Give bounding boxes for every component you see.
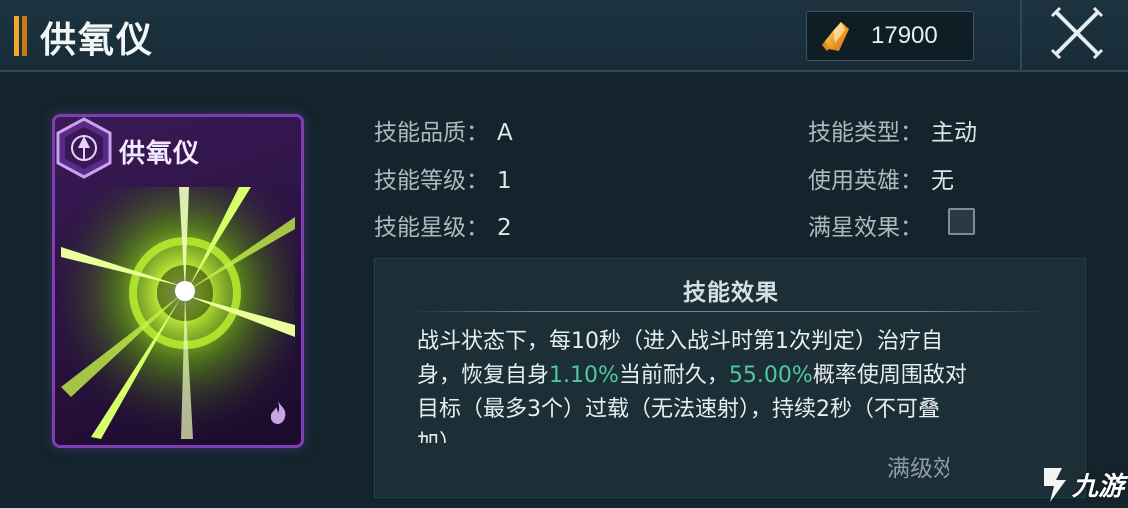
skill-quality-value: A <box>497 120 513 146</box>
skill-level-row: 技能等级： 1 <box>374 161 512 195</box>
flame-icon <box>270 401 286 424</box>
max-level-effect-label: 满级效 <box>887 456 949 482</box>
full-star-row: 满星效果： <box>808 208 923 242</box>
hero-row: 使用英雄： 无 <box>808 161 954 195</box>
full-star-label: 满星效果： <box>808 215 923 241</box>
effect-line-4: 加） <box>417 427 1053 443</box>
top-bar: 供氧仪 17900 <box>0 0 1128 72</box>
skill-star-value: 2 <box>497 215 512 241</box>
heal-percent-value: 1.10% <box>549 363 619 388</box>
close-button[interactable] <box>1020 0 1128 72</box>
skill-type-value: 主动 <box>931 120 977 146</box>
skill-star-label: 技能星级： <box>374 215 489 241</box>
close-icon[interactable] <box>1050 6 1104 60</box>
hero-label: 使用英雄： <box>808 168 923 194</box>
card-title: 供氧仪 <box>119 139 201 169</box>
title-accent-bars <box>14 16 30 56</box>
skill-quality-row: 技能品质： A <box>374 113 513 147</box>
skill-card: 供氧仪 <box>52 114 304 448</box>
skill-level-label: 技能等级： <box>374 168 489 194</box>
hero-value: 无 <box>931 168 954 194</box>
effect-text-segment: 概率使周围敌对 <box>812 363 967 388</box>
skill-quality-label: 技能品质： <box>374 120 489 146</box>
divider <box>409 311 1049 312</box>
currency-display: 17900 <box>806 11 974 61</box>
skill-star-row: 技能星级： 2 <box>374 208 512 242</box>
skill-effect-description[interactable]: 战斗状态下，每10秒（进入战斗时第1次判定）治疗自 身，恢复自身1.10%当前耐… <box>417 325 1053 443</box>
chance-percent-value: 55.00% <box>728 363 813 388</box>
skill-type-row: 技能类型： 主动 <box>808 113 977 147</box>
currency-amount: 17900 <box>871 22 938 49</box>
skill-effect-title: 技能效果 <box>683 279 779 306</box>
effect-line-3: 目标（最多3个）过载（无法速射），持续2秒（不可叠 <box>417 397 940 422</box>
crystal-icon <box>822 22 849 51</box>
effect-text-segment: 当前耐久， <box>618 363 729 388</box>
hexagon-emblem-icon <box>56 117 112 179</box>
skill-art-burst-icon <box>61 187 295 439</box>
page-title: 供氧仪 <box>40 19 155 61</box>
effect-line-2: 身，恢复自身1.10%当前耐久，55.00%概率使周围敌对 <box>417 359 1053 393</box>
effect-text-segment: 身，恢复自身 <box>417 363 550 388</box>
watermark-text: 九游 <box>1072 472 1125 502</box>
skill-level-value: 1 <box>497 168 512 194</box>
skill-effect-panel: 技能效果 战斗状态下，每10秒（进入战斗时第1次判定）治疗自 身，恢复自身1.1… <box>374 258 1086 498</box>
skill-type-label: 技能类型： <box>808 120 923 146</box>
effect-line-1: 战斗状态下，每10秒（进入战斗时第1次判定）治疗自 <box>417 329 943 354</box>
full-star-checkbox[interactable] <box>948 208 975 235</box>
